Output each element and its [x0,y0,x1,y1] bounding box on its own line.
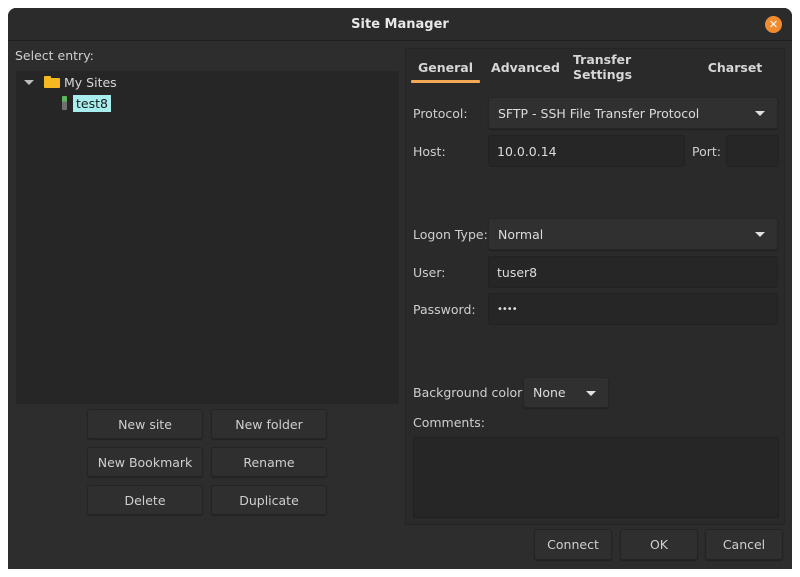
tree-item-my-sites[interactable]: My Sites [24,72,117,92]
close-button[interactable]: ✕ [765,16,782,33]
protocol-select[interactable]: SFTP - SSH File Transfer Protocol [488,97,778,129]
rename-button[interactable]: Rename [211,447,327,477]
folder-label: My Sites [64,74,117,90]
new-bookmark-button[interactable]: New Bookmark [87,447,203,477]
site-label: test8 [73,94,111,112]
tab-advanced[interactable]: Advanced [484,49,567,85]
server-icon [62,96,67,110]
logon-type-value: Normal [498,226,544,242]
tree-item-test8[interactable]: test8 [62,93,111,113]
new-folder-button[interactable]: New folder [211,409,327,439]
connect-button[interactable]: Connect [534,529,612,560]
duplicate-button[interactable]: Duplicate [211,485,327,515]
port-input[interactable] [726,135,779,167]
port-label: Port: [692,144,721,159]
chevron-down-icon [755,232,765,237]
user-label: User: [413,265,446,280]
logon-type-select[interactable]: Normal [488,218,778,250]
background-color-select[interactable]: None [523,377,609,408]
cancel-button[interactable]: Cancel [705,529,783,560]
user-value: tuser8 [497,264,538,280]
select-entry-label: Select entry: [15,48,94,63]
password-input[interactable]: •••• [488,293,778,325]
protocol-value: SFTP - SSH File Transfer Protocol [498,105,700,121]
password-value: •••• [497,303,518,315]
window-title: Site Manager [351,16,449,32]
settings-tabs: General Advanced Transfer Settings Chars… [406,49,784,85]
comments-label: Comments: [413,415,485,430]
ok-button[interactable]: OK [620,529,698,560]
expand-caret-icon[interactable] [24,79,34,85]
host-value: 10.0.0.14 [497,143,557,159]
host-input[interactable]: 10.0.0.14 [488,135,685,167]
host-label: Host: [413,144,446,159]
site-manager-window: Site Manager ✕ Select entry: My Sites te… [8,8,792,569]
close-icon: ✕ [768,18,779,31]
chevron-down-icon [755,111,765,116]
password-label: Password: [413,302,476,317]
tab-transfer-settings[interactable]: Transfer Settings [573,49,694,85]
protocol-label: Protocol: [413,106,468,121]
logon-type-label: Logon Type: [413,227,488,242]
tab-charset[interactable]: Charset [700,49,770,85]
site-settings-panel: General Advanced Transfer Settings Chars… [405,48,785,525]
comments-textarea[interactable] [413,437,779,518]
background-color-value: None [533,385,566,400]
user-input[interactable]: tuser8 [488,256,778,288]
title-bar: Site Manager ✕ [8,8,792,41]
folder-icon [44,76,60,88]
delete-button[interactable]: Delete [87,485,203,515]
tab-general[interactable]: General [411,49,480,85]
background-color-label: Background color: [413,385,527,400]
new-site-button[interactable]: New site [87,409,203,439]
chevron-down-icon [586,390,596,396]
site-tree[interactable]: My Sites test8 [16,71,399,404]
